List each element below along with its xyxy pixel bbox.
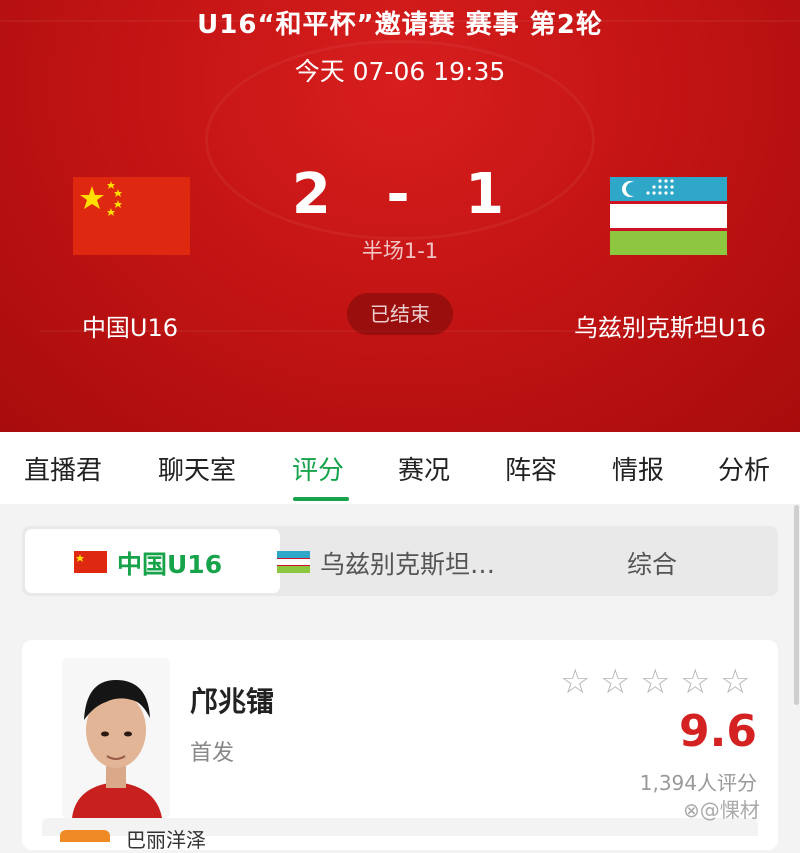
segment-home-label[interactable]: 中国U16 [117, 545, 222, 581]
player-avatar [62, 658, 170, 818]
half-time-score: 半场1-1 [361, 239, 439, 263]
star-icon[interactable]: ☆ [560, 664, 590, 700]
away-team-name[interactable]: 乌兹别克斯坦U16 [560, 308, 780, 343]
away-score: 1 [465, 162, 509, 227]
home-team-name[interactable]: 中国U16 [40, 308, 220, 343]
uzbekistan-flag-icon[interactable] [610, 177, 727, 255]
tab-chat-room[interactable]: 聊天室 [158, 450, 236, 487]
rating-count: 1,394人评分 [639, 771, 757, 795]
player-name: 邝兆镭 [190, 685, 275, 718]
match-title: U16“和平杯”邀请赛 赛事 第2轮 [197, 10, 603, 40]
watermark: ⊗@惈材 [683, 798, 760, 822]
next-player-row[interactable]: 巴丽洋泽 [42, 818, 758, 852]
china-flag-icon[interactable] [73, 177, 190, 255]
rating-stars[interactable]: ☆ ☆ ☆ ☆ ☆ [560, 664, 760, 700]
player-rating: 9.6 [679, 706, 757, 757]
match-status-badge: 已结束 [347, 293, 453, 335]
scrollbar[interactable] [794, 505, 799, 705]
player-role: 首发 [190, 741, 235, 766]
home-score: 2 [291, 162, 335, 227]
match-time: 今天 07-06 19:35 [294, 57, 506, 86]
tab-analysis[interactable]: 分析 [718, 450, 770, 487]
team-segment-control: 中国U16 乌兹别克斯坦… 综合 [22, 526, 778, 596]
tab-match-events[interactable]: 赛况 [398, 450, 450, 487]
next-player-name: 巴丽洋泽 [126, 828, 206, 852]
active-tab-indicator [293, 497, 349, 501]
match-header: U16“和平杯”邀请赛 赛事 第2轮 今天 07-06 19:35 2 - 1 … [0, 0, 800, 432]
star-icon[interactable]: ☆ [680, 664, 710, 700]
score-separator: - [386, 162, 414, 227]
china-flag-icon [74, 551, 107, 573]
score: 2 - 1 [290, 162, 510, 227]
star-icon[interactable]: ☆ [600, 664, 630, 700]
tab-live-host[interactable]: 直播君 [24, 450, 102, 487]
star-icon[interactable]: ☆ [640, 664, 670, 700]
tab-ratings[interactable]: 评分 [292, 450, 344, 487]
tab-intel[interactable]: 情报 [612, 450, 664, 487]
tab-bar: 直播君 聊天室 评分 赛况 阵容 情报 分析 [0, 432, 800, 504]
tab-lineup[interactable]: 阵容 [505, 450, 557, 487]
segment-all-label[interactable]: 综合 [627, 545, 677, 581]
segment-away-label[interactable]: 乌兹别克斯坦… [320, 545, 495, 581]
player-thumbnail-icon [60, 830, 110, 842]
star-icon[interactable]: ☆ [720, 664, 750, 700]
uzbekistan-flag-icon [277, 551, 310, 573]
